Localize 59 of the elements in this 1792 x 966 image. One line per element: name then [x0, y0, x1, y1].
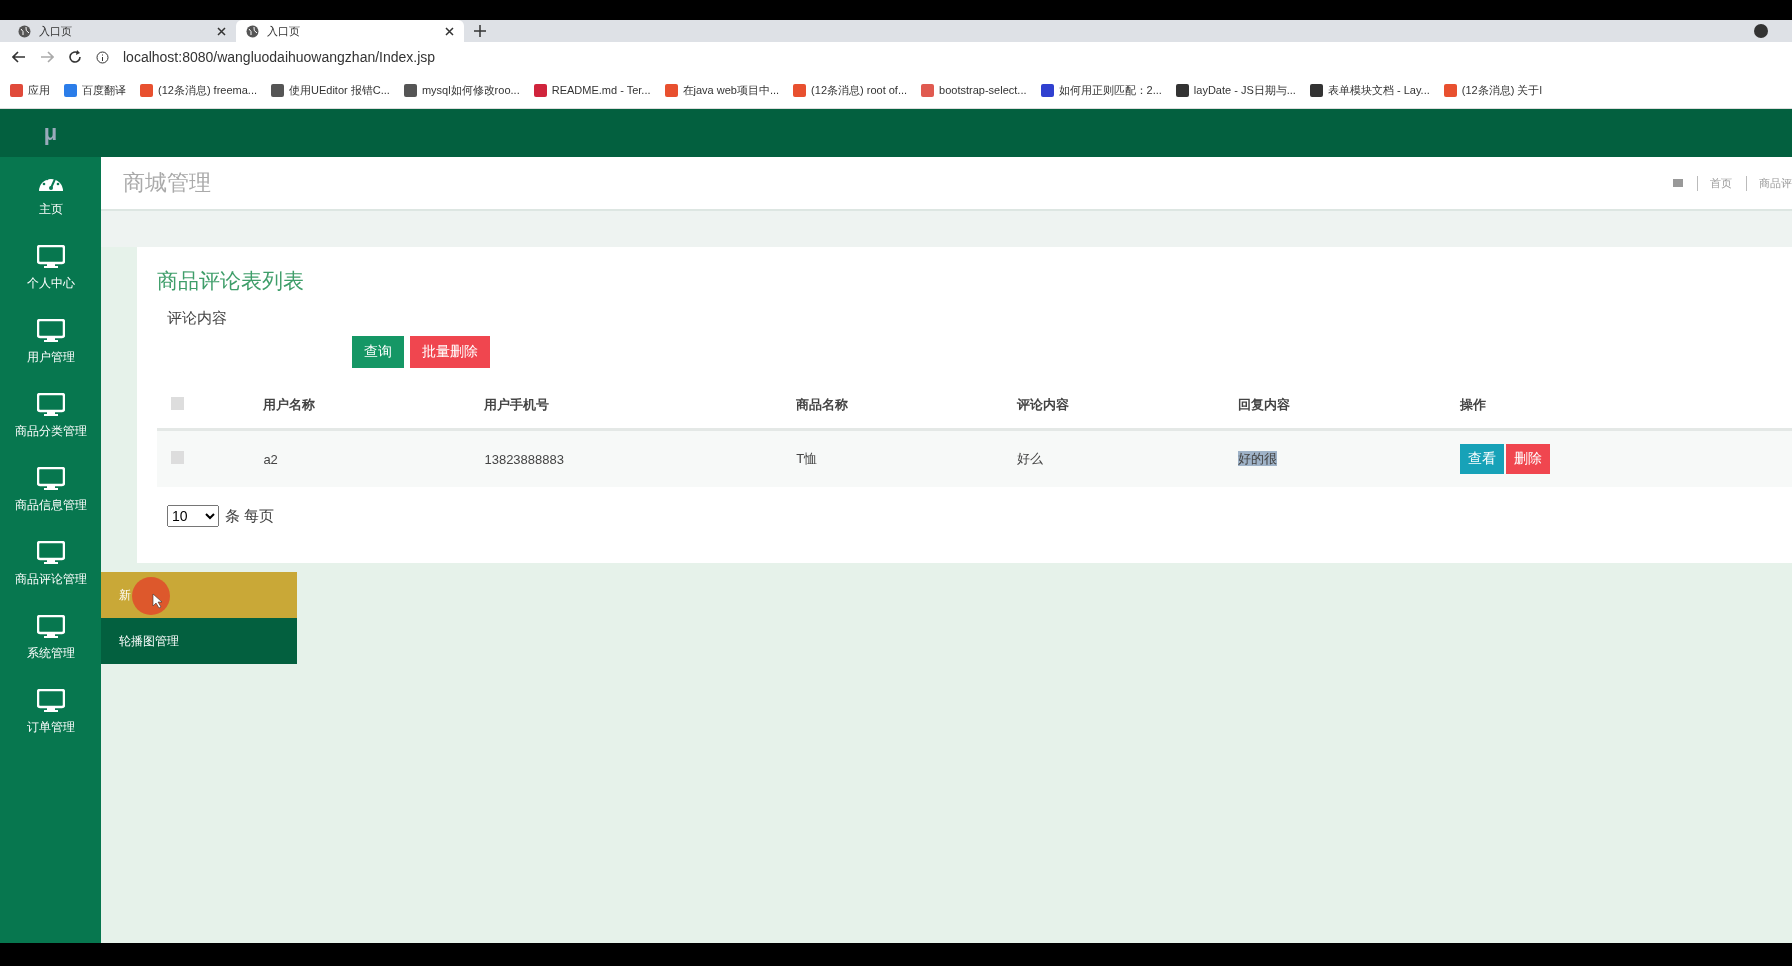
globe-icon: [18, 24, 31, 38]
table-cell: 好么: [1017, 451, 1044, 466]
table-cell: 好的很: [1238, 451, 1278, 466]
monitor-icon: [36, 392, 65, 417]
monitor-icon: [36, 614, 65, 639]
bookmark[interactable]: 在java web项目中...: [664, 82, 780, 98]
table-cell: 13823888883: [484, 451, 564, 467]
bookmark[interactable]: layDate - JS日期与...: [1175, 82, 1296, 98]
table-cell: a2: [263, 451, 278, 467]
delete-button[interactable]: 删除: [1505, 444, 1550, 474]
close-icon[interactable]: [217, 26, 226, 36]
monitor-icon: [36, 540, 65, 565]
address-field[interactable]: localhost:8080/wangluodaihuowangzhan/Index.jsp: [123, 49, 436, 65]
sidebar-item[interactable]: 商品分类管理: [0, 379, 101, 453]
close-icon[interactable]: [445, 26, 454, 36]
reload-icon[interactable]: [68, 50, 82, 64]
bookmark[interactable]: (12条消息) root of...: [793, 82, 908, 98]
page-title: 商城管理: [123, 169, 211, 197]
home-icon: [1673, 179, 1683, 187]
checkbox[interactable]: [171, 397, 184, 410]
monitor-icon: [36, 318, 65, 343]
monitor-icon: [36, 688, 65, 713]
bookmark[interactable]: bootstrap-select...: [921, 83, 1027, 97]
table-cell: T恤: [796, 451, 818, 466]
bookmark[interactable]: 百度翻译: [64, 82, 126, 98]
back-icon[interactable]: [12, 51, 26, 63]
batch-delete-button[interactable]: 批量删除: [410, 336, 490, 368]
sidebar-item[interactable]: 系统管理: [0, 601, 101, 675]
breadcrumb-current: 商品评: [1746, 175, 1792, 191]
card-title: 商品评论表列表: [157, 268, 305, 294]
bookmark[interactable]: 应用: [10, 82, 50, 98]
click-indicator-icon: [131, 576, 171, 616]
profile-icon[interactable]: [1754, 24, 1768, 38]
sidebar-item[interactable]: 主页: [0, 157, 101, 231]
sidebar-item[interactable]: 个人中心: [0, 231, 101, 305]
sidebar-item[interactable]: 用户管理: [0, 305, 101, 379]
browser-tab[interactable]: 入口页: [8, 20, 236, 42]
bookmark[interactable]: 如何用正则匹配：2...: [1040, 82, 1162, 98]
page-size-select[interactable]: 10: [167, 505, 219, 527]
bookmark[interactable]: (12条消息) freema...: [140, 82, 258, 98]
bookmark[interactable]: (12条消息) 关于l: [1443, 82, 1542, 98]
bookmark[interactable]: README.md - Ter...: [533, 83, 651, 97]
search-label: 评论内容: [167, 309, 228, 328]
bookmark[interactable]: 使用UEditor 报错C...: [271, 82, 390, 98]
logo: μ: [0, 109, 101, 157]
checkbox[interactable]: [171, 451, 184, 464]
submenu-item[interactable]: 轮播图管理: [101, 618, 297, 664]
page-size-label: 条 每页: [225, 506, 275, 526]
bookmark[interactable]: mysql如何修改roo...: [403, 82, 520, 98]
sidebar-item[interactable]: 商品评论管理: [0, 527, 101, 601]
sidebar-item[interactable]: 商品信息管理: [0, 453, 101, 527]
search-button[interactable]: 查询: [352, 336, 404, 368]
globe-icon: [246, 24, 259, 38]
info-icon[interactable]: [96, 50, 109, 64]
bookmark[interactable]: 表单模块文档 - Lay...: [1309, 82, 1430, 98]
monitor-icon: [36, 244, 65, 269]
monitor-icon: [36, 466, 65, 491]
browser-tab[interactable]: 入口页: [236, 20, 464, 42]
sidebar-item[interactable]: 订单管理: [0, 675, 101, 749]
